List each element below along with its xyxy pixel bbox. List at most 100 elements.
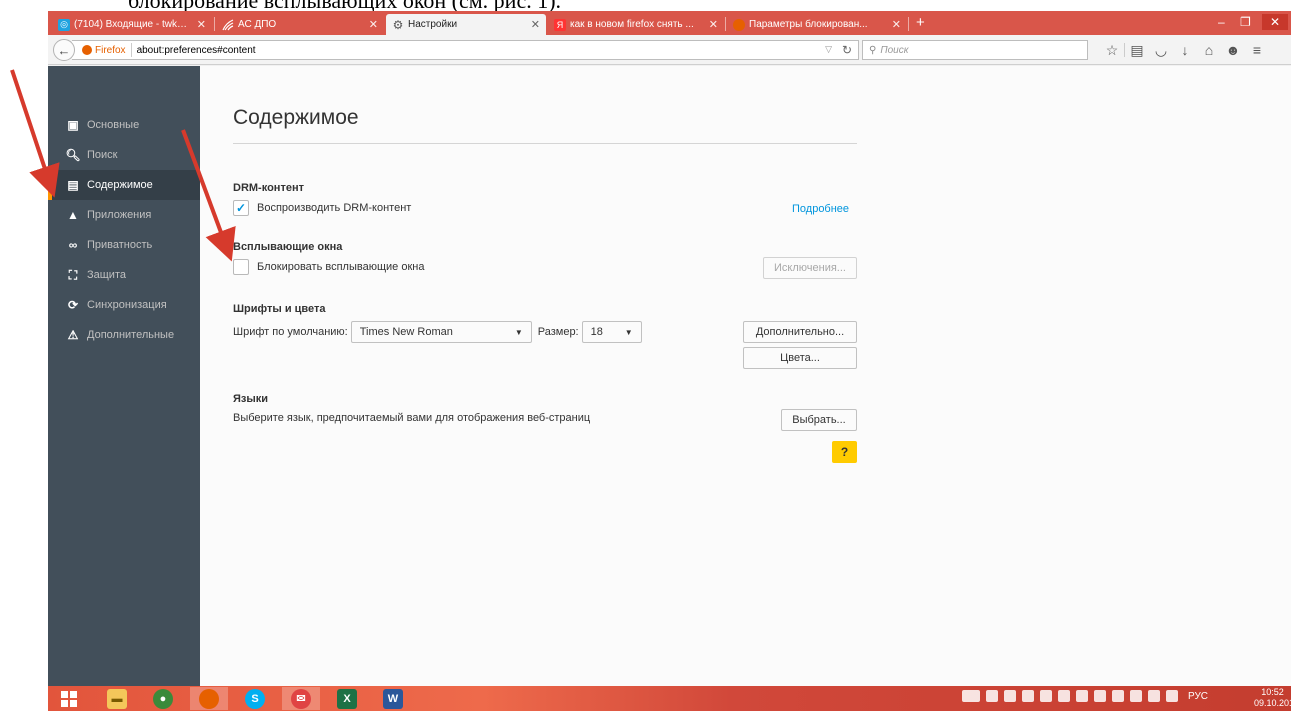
url-bar[interactable]: Firefox about:preferences#content ▽ ↻: [72, 40, 859, 60]
pocket-icon[interactable]: ◡: [1149, 40, 1173, 60]
fonts-row: Шрифт по умолчанию: Times New Roman ▼ Ра…: [233, 321, 642, 343]
tab-strip: ◎ (7104) Входящие - twk7@... ✕ АС ДПО ✕ …: [48, 11, 1291, 35]
firefox-icon: [199, 688, 219, 709]
sidebar-item-advanced[interactable]: ⚠ Дополнительные: [48, 320, 200, 350]
sidebar-item-label: Дополнительные: [87, 329, 175, 341]
tray-app-icon[interactable]: [1040, 690, 1052, 702]
home-icon[interactable]: ⌂: [1197, 40, 1221, 60]
clock[interactable]: 10:52 09.10.2015: [1254, 687, 1291, 709]
downloads-icon[interactable]: ↓: [1173, 40, 1197, 60]
tab-yandex-search[interactable]: Я как в новом firefox снять ... ✕: [548, 14, 724, 35]
tab-title: Параметры блокирован...: [749, 19, 868, 30]
sidebar-item-general[interactable]: ▣ Основные: [48, 110, 200, 140]
windows-start-button[interactable]: [50, 687, 88, 710]
tray-app-icon[interactable]: [1004, 690, 1016, 702]
tab-close-icon[interactable]: ✕: [892, 18, 901, 31]
default-font-select[interactable]: Times New Roman ▼: [350, 321, 532, 343]
tab-close-icon[interactable]: ✕: [709, 18, 718, 31]
windows-taskbar: ▬ ● S ✉ X W РУС 10:52 09.10.20: [48, 686, 1291, 711]
dropdown-arrow-icon[interactable]: ▽: [825, 44, 832, 55]
screenshot-root: блокирование всплывающих окон (см. рис. …: [0, 0, 1291, 711]
drm-checkbox-label[interactable]: Воспроизводить DRM-контент: [257, 202, 411, 214]
taskbar-excel[interactable]: X: [328, 687, 366, 710]
excel-icon: X: [337, 688, 357, 709]
system-tray: РУС: [962, 690, 1208, 702]
drm-checkbox[interactable]: ✓: [233, 200, 249, 216]
tab-title: (7104) Входящие - twk7@...: [74, 19, 191, 30]
font-size-select[interactable]: 18 ▼: [581, 321, 642, 343]
sidebar-item-label: Основные: [87, 119, 140, 131]
site-identity[interactable]: Firefox: [72, 43, 132, 57]
bluetooth-icon[interactable]: [1076, 690, 1088, 702]
close-window-button[interactable]: ✕: [1262, 14, 1288, 30]
taskbar-mail[interactable]: ✉: [282, 687, 320, 710]
chevron-down-icon: ▼: [624, 327, 633, 337]
colors-button[interactable]: Цвета...: [743, 347, 857, 369]
taskbar-skype[interactable]: S: [236, 687, 274, 710]
block-popups-checkbox[interactable]: [233, 259, 249, 275]
mail-icon: ◎: [58, 18, 70, 31]
sidebar-item-applications[interactable]: ▲ Приложения: [48, 200, 200, 230]
language-indicator[interactable]: РУС: [1188, 691, 1208, 702]
tab-close-icon[interactable]: ✕: [369, 18, 378, 31]
help-button[interactable]: ?: [832, 441, 857, 463]
minimize-button[interactable]: –: [1218, 14, 1225, 30]
tray-app-icon[interactable]: [1022, 690, 1034, 702]
tab-title: Настройки: [408, 19, 458, 30]
tab-mail[interactable]: ◎ (7104) Входящие - twk7@... ✕: [52, 14, 212, 35]
url-text[interactable]: about:preferences#content: [132, 45, 256, 56]
tab-close-icon[interactable]: ✕: [197, 18, 206, 31]
yandex-icon: Я: [554, 18, 566, 31]
fonts-advanced-button[interactable]: Дополнительно...: [743, 321, 857, 343]
hamburger-menu-icon[interactable]: ≡: [1245, 40, 1269, 60]
sidebar-item-security[interactable]: ⛶ Защита: [48, 260, 200, 290]
tab-settings[interactable]: ⚙ Настройки ✕: [386, 14, 546, 35]
battery-icon[interactable]: [1130, 690, 1142, 702]
taskbar-file-explorer[interactable]: ▬: [98, 687, 136, 710]
tab-popup-params[interactable]: Параметры блокирован... ✕: [727, 14, 907, 35]
new-tab-button[interactable]: +: [916, 14, 925, 32]
font-size-label: Размер:: [537, 326, 579, 338]
search-input[interactable]: ⚲ Поиск: [862, 40, 1088, 60]
general-icon: ▣: [67, 118, 79, 132]
gear-icon: ⚙: [392, 17, 404, 32]
flag-icon[interactable]: [1112, 690, 1124, 702]
bookmarks-menu-icon[interactable]: ▤: [1125, 40, 1149, 60]
signal-icon[interactable]: [1148, 690, 1160, 702]
keyboard-icon[interactable]: [962, 690, 980, 702]
choose-language-button[interactable]: Выбрать...: [781, 409, 857, 431]
popups-heading: Всплывающие окна: [233, 241, 343, 253]
maximize-button[interactable]: ❐: [1240, 14, 1251, 30]
hello-chat-icon[interactable]: ☻: [1221, 40, 1245, 60]
block-popups-label[interactable]: Блокировать всплывающие окна: [257, 261, 424, 273]
languages-heading: Языки: [233, 393, 269, 405]
sidebar-item-sync[interactable]: ⟳ Синхронизация: [48, 290, 200, 320]
taskbar-chrome[interactable]: ●: [144, 687, 182, 710]
privacy-icon: ∞: [68, 238, 78, 252]
taskbar-firefox[interactable]: [190, 687, 228, 710]
back-button[interactable]: ←: [53, 39, 75, 61]
content-icon: ▤: [67, 178, 79, 192]
tab-close-icon[interactable]: ✕: [531, 18, 540, 31]
chevron-down-icon: ▼: [514, 327, 523, 337]
tray-app-icon[interactable]: [1094, 690, 1106, 702]
block-popups-row[interactable]: Блокировать всплывающие окна: [233, 259, 424, 275]
tray-app-icon[interactable]: [1058, 690, 1070, 702]
sidebar-item-privacy[interactable]: ∞ Приватность: [48, 230, 200, 260]
tab-ac-dpo[interactable]: АС ДПО ✕: [216, 14, 384, 35]
taskbar-word[interactable]: W: [374, 687, 412, 710]
tab-separator: [725, 17, 726, 31]
tray-app-icon[interactable]: [986, 690, 998, 702]
sidebar-item-content[interactable]: ▤ Содержимое: [48, 170, 200, 200]
volume-icon[interactable]: [1166, 690, 1178, 702]
sync-icon: ⟳: [67, 298, 79, 312]
reload-icon[interactable]: ↻: [842, 43, 852, 57]
page-title: Содержимое: [233, 106, 359, 129]
sidebar-item-search[interactable]: 🔍︎ Поиск: [48, 140, 200, 170]
bookmark-star-icon[interactable]: ☆: [1100, 40, 1124, 60]
drm-checkbox-row[interactable]: ✓ Воспроизводить DRM-контент: [233, 200, 411, 216]
learn-more-link[interactable]: Подробнее: [792, 203, 849, 215]
sidebar-item-label: Содержимое: [87, 179, 153, 191]
chrome-icon: ●: [153, 688, 173, 709]
popup-exceptions-button[interactable]: Исключения...: [763, 257, 857, 279]
